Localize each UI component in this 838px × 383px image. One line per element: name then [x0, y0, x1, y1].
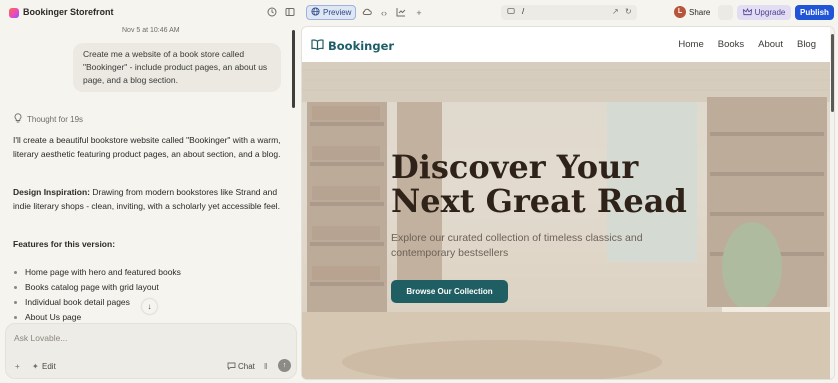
top-bar: Bookinger Storefront ⌄ Preview ‹› + / ↗ …	[0, 0, 838, 26]
plus-icon[interactable]: +	[413, 7, 425, 19]
design-inspiration: Design Inspiration: Drawing from modern …	[13, 186, 285, 213]
chevron-down-icon[interactable]: ⌄	[98, 6, 105, 15]
features-list: Home page with hero and featured books B…	[13, 265, 285, 325]
site-navbar: Bookinger Home Books About Blog	[302, 27, 830, 62]
chat-scrollbar[interactable]	[292, 30, 295, 108]
code-icon[interactable]: ‹›	[378, 7, 390, 19]
chat-bubble-icon[interactable]	[227, 362, 236, 372]
inspiration-heading: Design Inspiration:	[13, 187, 90, 197]
preview-label: Preview	[323, 8, 352, 17]
cloud-icon[interactable]	[361, 7, 373, 19]
nav-link-blog[interactable]: Blog	[797, 39, 816, 50]
plus-icon[interactable]: +	[15, 362, 20, 371]
thought-indicator[interactable]: Thought for 19s	[14, 113, 83, 125]
features-heading: Features for this version:	[13, 239, 116, 249]
thought-label: Thought for 19s	[27, 114, 84, 124]
chat-composer: Ask Lovable... + ✦ Edit Chat ‖ ↑	[5, 323, 297, 379]
microphone-icon[interactable]: ‖	[264, 362, 267, 371]
upgrade-label: Upgrade	[754, 8, 786, 17]
url-bar[interactable]: / ↗ ↻	[501, 5, 637, 20]
site-nav-links: Home Books About Blog	[678, 39, 816, 50]
avatar[interactable]: L	[674, 6, 686, 18]
upgrade-button[interactable]: Upgrade	[737, 5, 791, 20]
url-path[interactable]: /	[522, 7, 524, 16]
sidebar-toggle-icon[interactable]	[284, 7, 296, 19]
scroll-down-button[interactable]: ↓	[142, 299, 157, 314]
share-button[interactable]: Share	[689, 8, 710, 17]
site-brand: Bookinger	[328, 39, 395, 53]
preview-button[interactable]: Preview	[306, 5, 356, 20]
crown-icon	[742, 7, 752, 18]
nav-link-books[interactable]: Books	[718, 39, 744, 50]
send-button[interactable]: ↑	[278, 359, 291, 372]
device-icon[interactable]	[507, 7, 515, 17]
lightbulb-icon	[14, 113, 22, 125]
edit-icon[interactable]: ✦	[32, 362, 39, 371]
history-icon[interactable]	[266, 7, 278, 19]
message-date: Nov 5 at 10:46 AM	[122, 27, 180, 34]
nav-link-about[interactable]: About	[758, 39, 783, 50]
preview-frame: Bookinger Home Books About Blog Discover…	[301, 26, 835, 380]
refresh-icon[interactable]: ↻	[625, 7, 632, 16]
book-icon	[311, 37, 324, 55]
list-item: Home page with hero and featured books	[13, 265, 285, 280]
chat-input[interactable]: Ask Lovable...	[14, 333, 67, 343]
hero-subtitle: Explore our curated collection of timele…	[391, 232, 643, 259]
github-button[interactable]	[718, 5, 733, 20]
hero-overlay	[302, 62, 830, 379]
browse-collection-button[interactable]: Browse Our Collection	[391, 280, 508, 303]
assistant-intro: I'll create a beautiful bookstore websit…	[13, 135, 281, 159]
chat-mode-button[interactable]: Chat	[238, 362, 255, 371]
hero-title: Discover Your Next Great Read	[391, 148, 687, 220]
edit-button[interactable]: Edit	[42, 362, 56, 371]
lovable-logo[interactable]	[9, 8, 19, 18]
open-external-icon[interactable]: ↗	[612, 7, 619, 16]
publish-button[interactable]: Publish	[795, 5, 834, 20]
site-logo[interactable]: Bookinger	[311, 37, 394, 55]
nav-link-home[interactable]: Home	[678, 39, 703, 50]
preview-scrollbar[interactable]	[831, 34, 834, 112]
hero-section: Discover Your Next Great Read Explore ou…	[302, 62, 830, 379]
user-message: Create me a website of a book store call…	[73, 43, 281, 92]
analytics-icon[interactable]	[395, 7, 407, 19]
chat-panel: Nov 5 at 10:46 AM Create me a website of…	[0, 26, 300, 383]
globe-icon	[311, 7, 320, 18]
list-item: Books catalog page with grid layout	[13, 280, 285, 295]
